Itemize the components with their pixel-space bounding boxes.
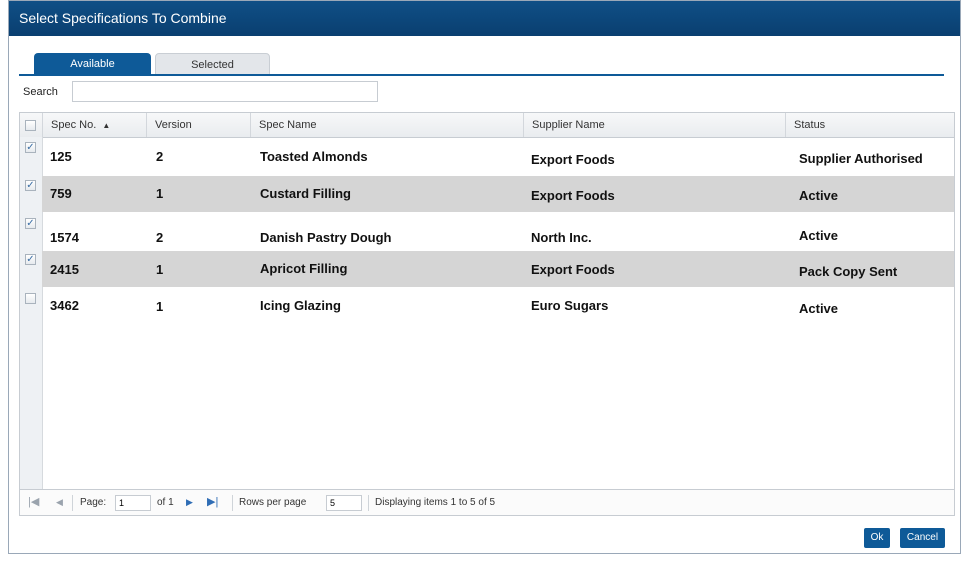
table-row[interactable]: 759 1 Custard Filling Export Foods Activ… bbox=[42, 176, 954, 212]
column-header-spec-no-label: Spec No. bbox=[51, 119, 97, 131]
cell-spec-name: Custard Filling bbox=[260, 186, 351, 201]
row-checkbox[interactable] bbox=[25, 293, 36, 304]
cell-spec-no: 3462 bbox=[50, 298, 79, 313]
sort-ascending-icon: ▲ bbox=[102, 121, 111, 130]
tab-available[interactable]: Available bbox=[34, 53, 151, 75]
row-checkbox[interactable]: ✓ bbox=[25, 180, 36, 191]
cell-status: Active bbox=[799, 301, 839, 316]
cell-supplier: North Inc. bbox=[531, 230, 592, 245]
cancel-button[interactable]: Cancel bbox=[900, 528, 945, 548]
separator bbox=[72, 495, 73, 511]
dialog-title: Select Specifications To Combine bbox=[9, 1, 960, 36]
cell-spec-name: Apricot Filling bbox=[260, 261, 348, 276]
search-input[interactable] bbox=[72, 81, 378, 102]
column-header-spec-name[interactable]: Spec Name bbox=[250, 113, 523, 137]
cell-spec-name: Icing Glazing bbox=[260, 298, 341, 313]
cell-spec-no: 125 bbox=[50, 149, 72, 164]
cell-spec-name: Toasted Almonds bbox=[260, 149, 368, 164]
row-checkbox[interactable]: ✓ bbox=[25, 142, 36, 153]
cell-supplier: Export Foods bbox=[531, 152, 615, 167]
tab-selected[interactable]: Selected bbox=[155, 53, 270, 75]
cell-version: 2 bbox=[156, 230, 164, 245]
cell-version: 2 bbox=[156, 149, 164, 164]
grid-header: Spec No. ▲ Version Spec Name Supplier Na… bbox=[20, 113, 954, 138]
select-all-checkbox[interactable] bbox=[25, 120, 36, 131]
page-count-label: of 1 bbox=[157, 497, 174, 508]
row-checkbox[interactable]: ✓ bbox=[25, 254, 36, 265]
row-checkbox[interactable]: ✓ bbox=[25, 218, 36, 229]
ok-button[interactable]: Ok bbox=[864, 528, 890, 548]
specifications-grid: Spec No. ▲ Version Spec Name Supplier Na… bbox=[19, 112, 955, 490]
search-label: Search bbox=[23, 86, 58, 98]
cell-status: Pack Copy Sent bbox=[799, 264, 898, 279]
rows-per-page-input[interactable] bbox=[326, 495, 362, 511]
pagination-bar: |◀ ◀ Page: of 1 ▶ ▶| Rows per page Displ… bbox=[19, 490, 955, 516]
cell-supplier: Euro Sugars bbox=[531, 298, 609, 313]
separator bbox=[368, 495, 369, 511]
table-row[interactable]: 3462 1 Icing Glazing Euro Sugars Active bbox=[42, 288, 954, 324]
cell-status: Supplier Authorised bbox=[799, 151, 923, 166]
tab-underline bbox=[19, 74, 944, 76]
next-page-icon[interactable]: ▶ bbox=[186, 497, 193, 508]
display-info: Displaying items 1 to 5 of 5 bbox=[375, 497, 496, 508]
cell-spec-no: 1574 bbox=[50, 230, 79, 245]
cell-status: Active bbox=[799, 188, 839, 203]
cell-version: 1 bbox=[156, 186, 164, 201]
select-specifications-dialog: Select Specifications To Combine Availab… bbox=[8, 0, 961, 554]
table-row[interactable]: 2415 1 Apricot Filling Export Foods Pack… bbox=[42, 251, 954, 287]
cell-spec-name: Danish Pastry Dough bbox=[260, 230, 392, 245]
cell-supplier: Export Foods bbox=[531, 262, 615, 277]
table-row[interactable]: 125 2 Toasted Almonds Export Foods Suppl… bbox=[42, 140, 954, 176]
cell-supplier: Export Foods bbox=[531, 188, 615, 203]
column-header-spec-no[interactable]: Spec No. ▲ bbox=[42, 113, 146, 137]
cell-status: Active bbox=[799, 228, 839, 243]
page-label: Page: bbox=[80, 497, 107, 508]
column-header-status[interactable]: Status bbox=[785, 113, 954, 137]
rows-per-page-label: Rows per page bbox=[239, 497, 307, 508]
last-page-icon[interactable]: ▶| bbox=[207, 495, 218, 508]
cell-version: 1 bbox=[156, 299, 164, 314]
column-header-version[interactable]: Version bbox=[146, 113, 250, 137]
previous-page-icon[interactable]: ◀ bbox=[56, 497, 63, 508]
separator bbox=[232, 495, 233, 511]
cell-version: 1 bbox=[156, 262, 164, 277]
first-page-icon[interactable]: |◀ bbox=[28, 495, 39, 508]
column-header-supplier-name[interactable]: Supplier Name bbox=[523, 113, 785, 137]
table-row[interactable]: 1574 2 Danish Pastry Dough North Inc. Ac… bbox=[42, 218, 954, 254]
cell-spec-no: 2415 bbox=[50, 262, 79, 277]
page-number-input[interactable] bbox=[115, 495, 151, 511]
cell-spec-no: 759 bbox=[50, 186, 72, 201]
